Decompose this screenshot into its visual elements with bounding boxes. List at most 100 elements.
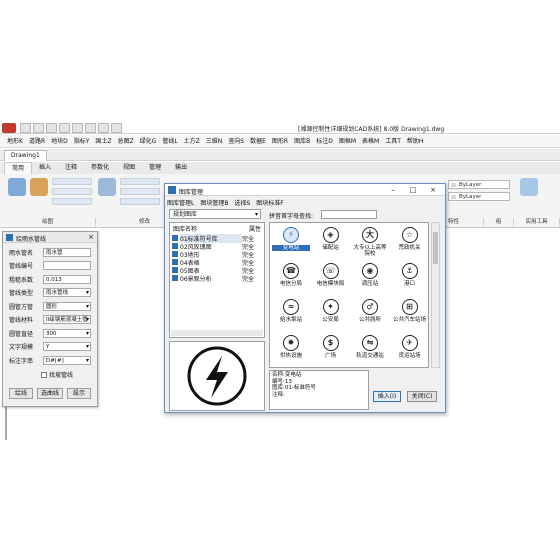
menu-item[interactable]: 数据E [247,135,269,147]
ribbon-group-label[interactable]: 组 [484,218,514,227]
open-file-icon[interactable] [33,123,44,133]
menu-item[interactable]: 绿化G [137,135,160,147]
redo-icon[interactable] [98,123,109,133]
symbol-cell[interactable]: ⊞ 公共汽车站场 [391,297,429,333]
ribbon-tab[interactable]: 输出 [168,162,194,174]
modify-small-tools-2[interactable] [120,188,160,195]
color-combo[interactable]: ByLayer [448,180,510,189]
symbol-cell[interactable]: ⚡ 变电站 [272,225,310,261]
plot-icon[interactable] [111,123,122,133]
maximize-icon[interactable]: □ [403,184,423,196]
line-tool-icon[interactable] [8,178,26,196]
menu-item[interactable]: 工具T [382,135,404,147]
linetype-combo[interactable]: ByLayer [448,192,510,201]
drawing-tab[interactable]: Drawing1 [4,150,47,161]
symbol-cell[interactable]: ☆ 荒政机关 [391,225,429,261]
menu-item[interactable]: 土方Z [181,135,203,147]
field-select[interactable]: II级钢筋混凝土管 [43,315,91,324]
modify-small-tools[interactable] [120,178,160,185]
checkbox-box[interactable] [41,371,47,378]
menu-item[interactable]: 表格M [359,135,382,147]
menu-item[interactable]: 指标Y [71,135,93,147]
print-icon[interactable] [72,123,83,133]
symbol-cell[interactable]: ◉ 调压站 [351,261,389,297]
menu-item[interactable]: 图形R [269,135,291,147]
close-icon[interactable]: × [423,184,443,196]
minimize-icon[interactable]: – [383,184,403,196]
field-select[interactable]: 雨水管线 [43,288,91,297]
horizontal-scrollbar[interactable] [171,330,263,336]
field-input[interactable]: 0.013 [43,274,91,284]
symbol-cell[interactable]: ✹ 供热设施 [272,333,310,367]
ribbon-tab[interactable]: 注释 [58,162,84,174]
menu-item[interactable]: 地形K [4,135,26,147]
scroll-thumb[interactable] [433,232,438,264]
menu-item[interactable]: 帮助H [404,135,427,147]
symbol-label: 电信模块局 [316,281,345,287]
category-select[interactable]: 规划图库 [169,209,261,219]
app-logo-icon[interactable] [2,123,16,133]
symbol-cell[interactable]: ✦ 公安局 [312,297,350,333]
close-icon[interactable]: × [88,233,94,242]
menu-item[interactable]: 竖向S [225,135,247,147]
field-select[interactable]: 圆形 [43,301,91,311]
measure-tool-icon[interactable] [520,178,538,196]
symbol-cell[interactable]: ☏ 电信模块局 [312,261,350,297]
symbol-cell[interactable]: ✈ 货运站场 [391,333,429,367]
dialog-menu-item[interactable]: 图块管理B [200,198,228,207]
select-curve-button[interactable]: 选曲线 [37,388,63,399]
slope-pipe-checkbox[interactable]: 找坡管线 [41,370,73,379]
save-icon[interactable] [46,123,57,133]
undo-icon[interactable] [85,123,96,133]
insert-button[interactable]: 插入(I) [373,391,401,402]
symbol-cell[interactable]: 大大专以上高等院校 [351,225,389,261]
draw-small-tools-3[interactable] [52,198,92,205]
move-tool-icon[interactable] [98,178,116,196]
menu-item[interactable]: 图框M [336,135,359,147]
list-item[interactable]: 06景观分析 完全 [170,274,264,283]
field-input[interactable]: 雨水管 [43,247,91,257]
field-select[interactable]: Y [43,342,91,351]
menu-item[interactable]: 总图Z [115,135,137,147]
field-row: 圆管直径 300 [9,328,91,338]
list-items: 01标准符号库 完全 02风玫瑰图 完全 03地形 完全 04表格 完全 05图表 完全 06景观分… [170,233,264,283]
ribbon-tab[interactable]: 管理 [142,162,168,174]
draw-small-tools[interactable] [52,178,92,185]
ribbon-tab[interactable]: 插入 [32,162,58,174]
symbol-cell[interactable]: $ 广场 [312,333,350,367]
ribbon-group-label[interactable]: 实用工具 [514,218,560,227]
ribbon-tab[interactable]: 参数化 [84,162,116,174]
menu-item[interactable]: 道路R [26,135,48,147]
symbol-cell[interactable]: ♂ 公共厕所 [351,297,389,333]
dialog-menu-item[interactable]: 选择S [234,198,250,207]
field-select[interactable]: 300 [43,328,91,338]
menu-item[interactable]: 管线L [159,135,180,147]
symbol-cell[interactable]: ⇋ 轨道交通站 [351,333,389,367]
show-button[interactable]: 設示 [67,388,91,399]
dialog-menu-item[interactable]: 图块标准F [256,198,283,207]
draw-line-button[interactable]: 绘线 [9,388,33,399]
modify-small-tools-3[interactable] [120,198,160,205]
menu-item[interactable]: 图库B [291,135,313,147]
menu-item[interactable]: 标注D [313,135,336,147]
menu-item[interactable]: 三维N [203,135,226,147]
symbol-cell[interactable]: ☎ 电信分局 [272,261,310,297]
vertical-scrollbar[interactable] [431,222,440,368]
field-input[interactable] [43,261,91,270]
ribbon-tab[interactable]: 常用 [4,162,33,174]
symbol-cell[interactable]: ◈ 储配站 [312,225,350,261]
ribbon-tab[interactable]: 视图 [116,162,142,174]
new-file-icon[interactable] [20,123,31,133]
polyline-tool-icon[interactable] [30,178,48,196]
search-input[interactable] [321,210,377,219]
symbol-cell[interactable]: ⚓ 港口 [391,261,429,297]
symbol-cell[interactable]: ≈ 给水泵站 [272,297,310,333]
field-select[interactable]: D#[#] [43,355,91,365]
ribbon-group-label[interactable]: 绘图 [0,218,96,227]
dialog-menu-item[interactable]: 图库管理L [167,198,194,207]
save-as-icon[interactable] [59,123,70,133]
menu-item[interactable]: 地块D [48,135,71,147]
menu-item[interactable]: 国土Z [92,135,114,147]
close-button[interactable]: 关闭(C) [407,391,437,402]
draw-small-tools-2[interactable] [52,188,92,195]
